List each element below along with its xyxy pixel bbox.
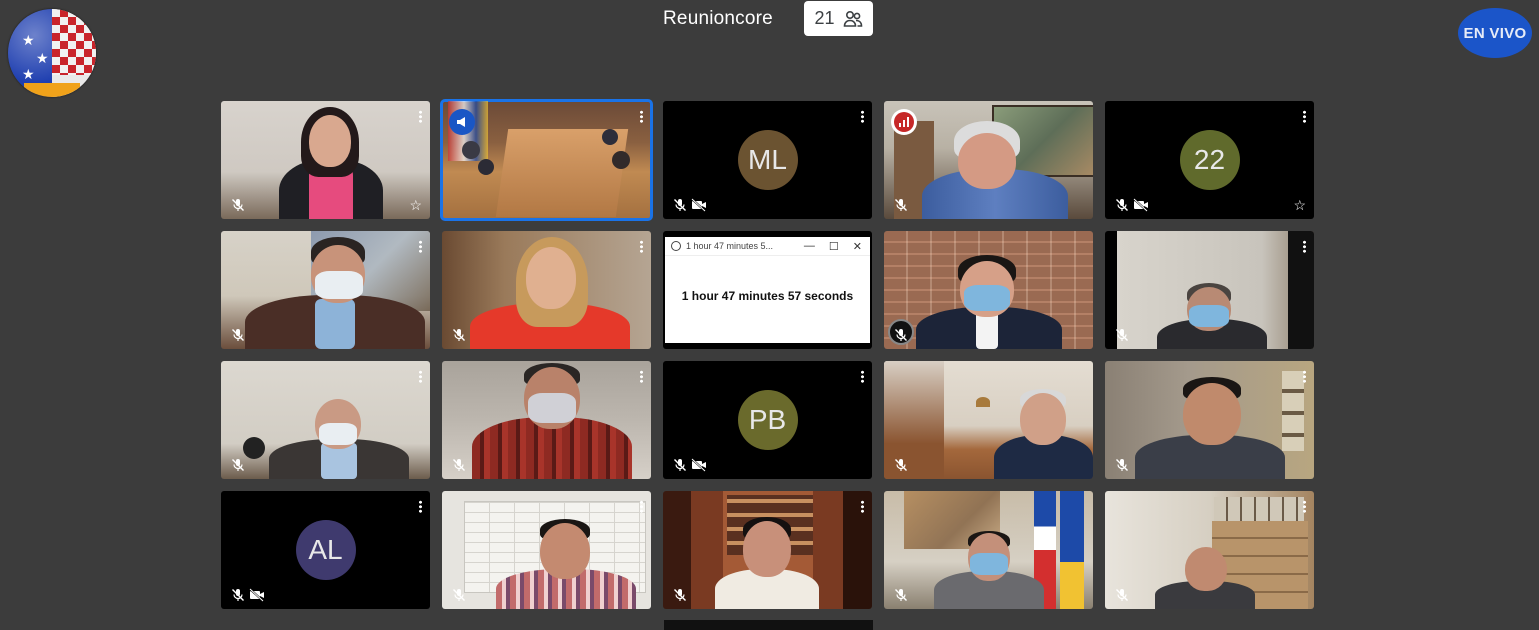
- more-options-icon[interactable]: [640, 110, 643, 123]
- participant-tile[interactable]: [442, 491, 651, 609]
- participant-tile[interactable]: [442, 361, 651, 479]
- camera-off-icon: [249, 588, 264, 602]
- participant-tile[interactable]: AL: [221, 491, 430, 609]
- more-options-icon[interactable]: [861, 370, 864, 383]
- presenting-badge: [449, 109, 475, 135]
- meeting-title: Reunioncore: [663, 8, 773, 29]
- more-options-icon[interactable]: [861, 110, 864, 123]
- minimize-icon[interactable]: —: [804, 240, 815, 253]
- participant-tile[interactable]: [884, 101, 1093, 219]
- participant-tile[interactable]: [1105, 491, 1314, 609]
- more-options-icon[interactable]: [640, 240, 643, 253]
- video-grid: ☆ ML 22 ☆ 1 hour 47 minutes 5... — ☐ ✕ 1…: [221, 99, 1314, 609]
- participant-tile[interactable]: [221, 231, 430, 349]
- participant-tile[interactable]: [221, 361, 430, 479]
- avatar: 22: [1179, 130, 1240, 190]
- more-options-icon[interactable]: [419, 240, 422, 253]
- mic-off-icon: [232, 589, 244, 601]
- more-options-icon[interactable]: [419, 500, 422, 513]
- more-options-icon[interactable]: [1303, 500, 1306, 513]
- participant-tile[interactable]: 22 ☆: [1105, 101, 1314, 219]
- mic-off-icon: [895, 589, 907, 601]
- megaphone-icon: [457, 117, 465, 127]
- mic-off-icon: [232, 329, 244, 341]
- more-options-icon[interactable]: [861, 500, 864, 513]
- participant-tile[interactable]: [1105, 361, 1314, 479]
- participant-count: 21: [814, 8, 835, 28]
- avatar: AL: [295, 520, 356, 580]
- participant-tile[interactable]: [884, 231, 1093, 349]
- mic-off-icon: [674, 199, 686, 211]
- mic-off-icon: [453, 459, 465, 471]
- more-options-icon[interactable]: [1303, 110, 1306, 123]
- timer-text: 1 hour 47 minutes 57 seconds: [681, 289, 854, 303]
- participant-tile[interactable]: ML: [663, 101, 872, 219]
- participant-tile[interactable]: [884, 361, 1093, 479]
- mic-off-icon: [1116, 589, 1128, 601]
- more-options-icon[interactable]: [419, 110, 422, 123]
- mic-off-icon: [1116, 459, 1128, 471]
- participant-tile[interactable]: [884, 491, 1093, 609]
- live-badge: EN VIVO: [1458, 8, 1532, 58]
- camera-off-icon: [691, 198, 706, 212]
- participant-tile[interactable]: PB: [663, 361, 872, 479]
- more-options-icon[interactable]: [1303, 240, 1306, 253]
- mic-off-icon: [1116, 199, 1128, 211]
- participants-button[interactable]: 21: [804, 1, 873, 36]
- more-options-icon[interactable]: [419, 370, 422, 383]
- more-options-icon[interactable]: [640, 500, 643, 513]
- avatar: ML: [737, 130, 798, 190]
- mic-off-icon: [895, 329, 907, 341]
- close-icon[interactable]: ✕: [853, 240, 862, 253]
- participant-tile[interactable]: ☆: [221, 101, 430, 219]
- participant-tile[interactable]: [442, 231, 651, 349]
- region-logo: ★ ★ ★: [8, 9, 96, 97]
- participant-tile[interactable]: 1 hour 47 minutes 5... — ☐ ✕ 1 hour 47 m…: [663, 231, 872, 349]
- timer-titlebar: 1 hour 47 minutes 5... — ☐ ✕: [665, 237, 870, 256]
- mic-off-icon: [232, 459, 244, 471]
- mic-off-icon: [895, 459, 907, 471]
- avatar: PB: [737, 390, 798, 450]
- participant-tile[interactable]: [663, 491, 872, 609]
- pin-star-icon[interactable]: ☆: [409, 197, 422, 214]
- camera-off-icon: [1133, 198, 1148, 212]
- pin-star-icon[interactable]: ☆: [1293, 197, 1306, 214]
- timer-window: 1 hour 47 minutes 5... — ☐ ✕ 1 hour 47 m…: [665, 237, 870, 343]
- mic-off-icon: [232, 199, 244, 211]
- speaking-badge: [891, 109, 917, 135]
- next-row-tile-edge: [664, 620, 873, 630]
- timer-title: 1 hour 47 minutes 5...: [686, 241, 774, 251]
- mic-off-icon: [674, 459, 686, 471]
- camera-off-icon: [691, 458, 706, 472]
- mic-off-icon: [453, 589, 465, 601]
- more-options-icon[interactable]: [640, 370, 643, 383]
- mic-off-icon: [1116, 329, 1128, 341]
- timer-app-icon: [671, 241, 681, 251]
- mic-off-icon: [674, 589, 686, 601]
- participant-tile[interactable]: [440, 99, 653, 221]
- maximize-icon[interactable]: ☐: [829, 240, 839, 253]
- more-options-icon[interactable]: [1303, 370, 1306, 383]
- mic-off-icon: [895, 199, 907, 211]
- people-icon: [843, 10, 862, 27]
- participant-tile[interactable]: [1105, 231, 1314, 349]
- mic-off-icon: [453, 329, 465, 341]
